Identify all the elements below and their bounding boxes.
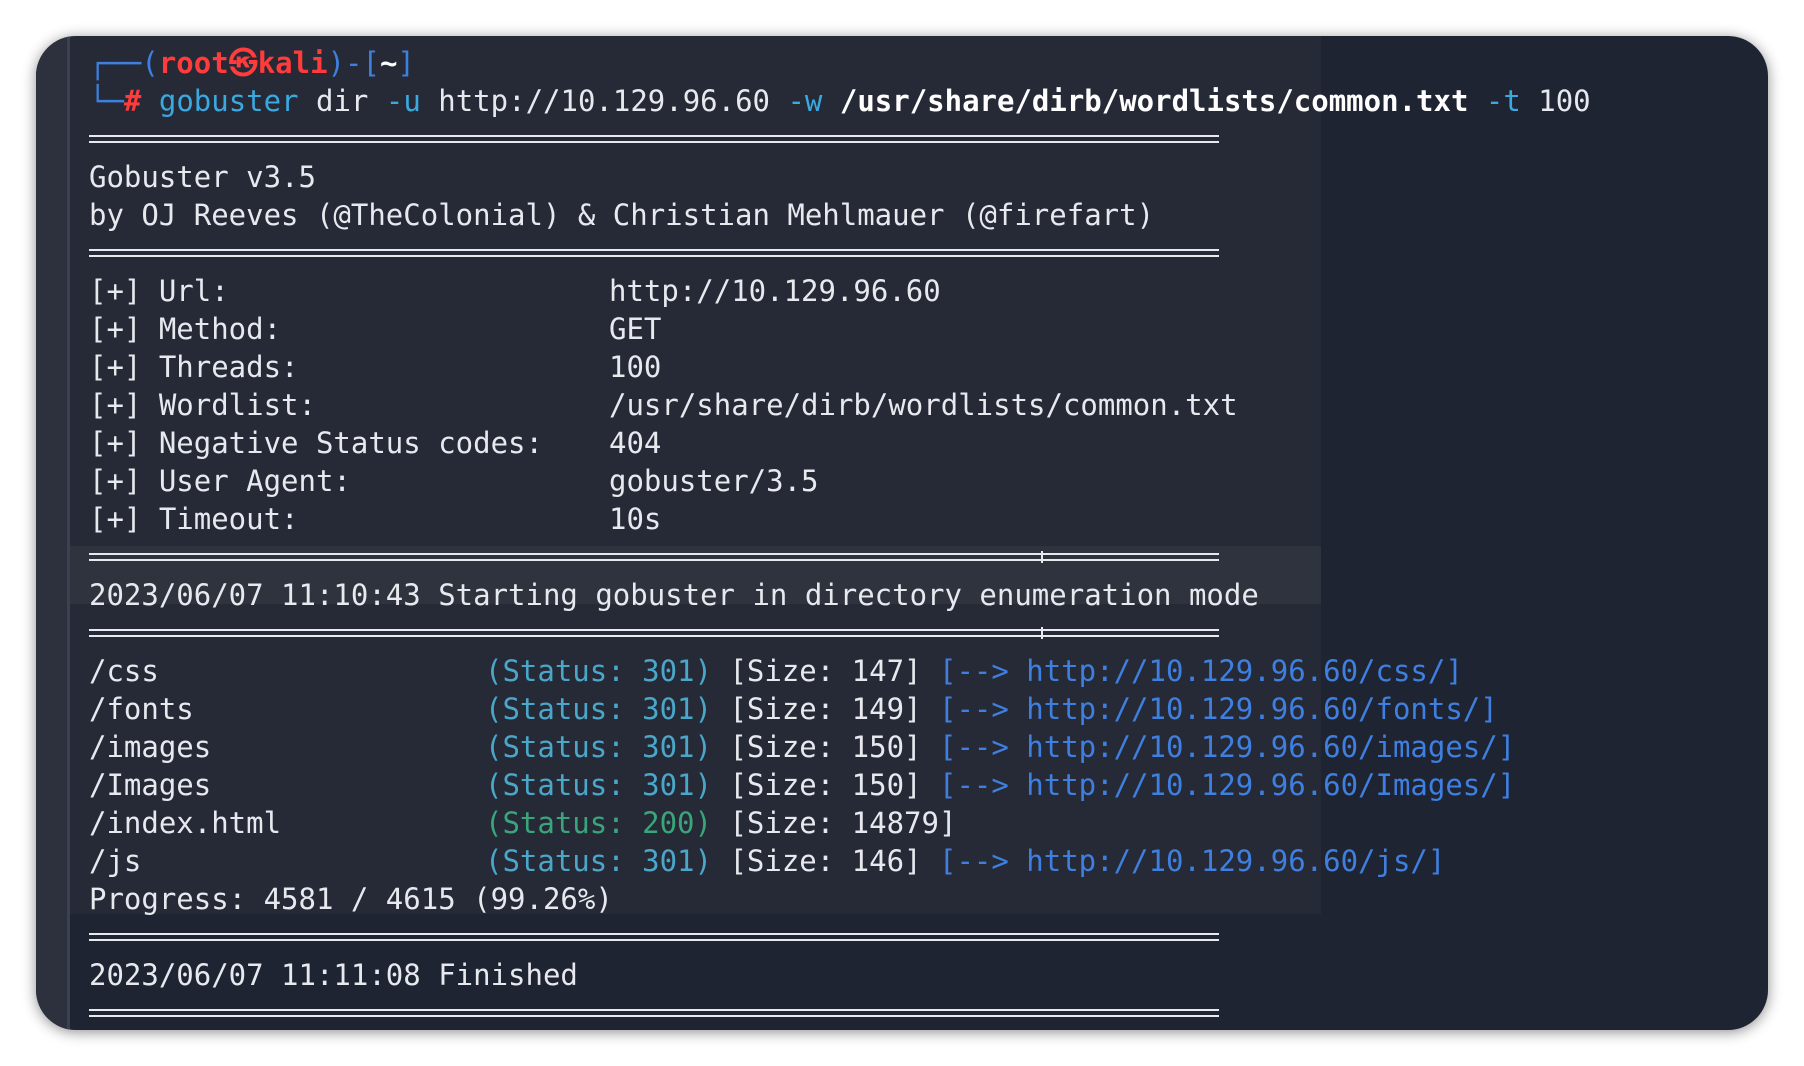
redirect-arrow: [--> bbox=[938, 654, 1009, 688]
result-size: [Size: 147] bbox=[729, 654, 922, 688]
finish-message: 2023/06/07 11:11:08 Finished bbox=[89, 958, 578, 992]
command-threads: 100 bbox=[1538, 84, 1591, 118]
result-path: /js bbox=[89, 844, 142, 878]
result-row: /fonts (Status: 301) [Size: 149] [--> htt… bbox=[89, 690, 1591, 728]
result-size: [Size: 150] bbox=[729, 768, 922, 802]
result-path: /css bbox=[89, 654, 159, 688]
config-value: 10s bbox=[609, 502, 662, 536]
config-value: gobuster/3.5 bbox=[609, 464, 819, 498]
command-line[interactable]: └─# gobuster dir -u http://10.129.96.60 … bbox=[89, 82, 1591, 120]
config-key: [+] Negative Status codes: bbox=[89, 426, 543, 460]
prompt-dir: ~ bbox=[379, 46, 398, 80]
result-size: [Size: 146] bbox=[729, 844, 922, 878]
start-message: 2023/06/07 11:10:43 Starting gobuster in… bbox=[89, 578, 1259, 612]
command-subcommand: dir bbox=[316, 84, 369, 118]
redirect-link[interactable]: http://10.129.96.60/css/] bbox=[1026, 654, 1463, 688]
command-threads-flag: -t bbox=[1485, 84, 1521, 118]
terminal-window[interactable]: ┌──(root㉿kali)-[~] └─# gobuster dir -u h… bbox=[36, 36, 1768, 1030]
command-program: gobuster bbox=[158, 84, 299, 118]
prompt-user: root bbox=[158, 46, 229, 80]
separator-rule bbox=[89, 538, 1591, 576]
redirect-link[interactable]: http://10.129.96.60/images/] bbox=[1026, 730, 1515, 764]
config-key: [+] Timeout: bbox=[89, 502, 299, 536]
config-key: [+] User Agent: bbox=[89, 464, 351, 498]
separator-rule bbox=[89, 994, 1591, 1030]
prompt-frame-mid: )-[ bbox=[327, 46, 380, 80]
config-row: [+] Negative Status codes: 404 bbox=[89, 424, 1591, 462]
command-wordlist-flag: -w bbox=[787, 84, 823, 118]
result-row: /js (Status: 301) [Size: 146] [--> http:/… bbox=[89, 842, 1591, 880]
redirect-arrow: [--> bbox=[938, 768, 1009, 802]
config-row: [+] Wordlist: /usr/share/dirb/wordlists/c… bbox=[89, 386, 1591, 424]
result-status: (Status: 301) bbox=[485, 730, 712, 764]
separator-rule bbox=[89, 614, 1591, 652]
result-row: /Images (Status: 301) [Size: 150] [--> ht… bbox=[89, 766, 1591, 804]
result-status: (Status: 301) bbox=[485, 692, 712, 726]
result-status: (Status: 301) bbox=[485, 768, 712, 802]
config-value: GET bbox=[609, 312, 662, 346]
command-wordlist: /usr/share/dirb/wordlists/common.txt bbox=[839, 84, 1469, 118]
prompt-hash: # bbox=[123, 84, 142, 118]
config-value: 100 bbox=[609, 350, 662, 384]
result-size: [Size: 14879] bbox=[729, 806, 957, 840]
separator-rule bbox=[89, 234, 1591, 272]
banner-authors: by OJ Reeves (@TheColonial) & Christian … bbox=[89, 198, 1155, 232]
prompt-corner: └─ bbox=[89, 84, 124, 118]
config-value: http://10.129.96.60 bbox=[609, 274, 941, 308]
config-row: [+] User Agent: gobuster/3.5 bbox=[89, 462, 1591, 500]
redirect-link[interactable]: http://10.129.96.60/js/] bbox=[1026, 844, 1445, 878]
config-row: [+] Timeout: 10s bbox=[89, 500, 1591, 538]
result-path: /fonts bbox=[89, 692, 194, 726]
result-path: /images bbox=[89, 730, 212, 764]
result-size: [Size: 149] bbox=[729, 692, 922, 726]
progress-line: Progress: 4581 / 4615 (99.26%) bbox=[89, 882, 613, 916]
command-url-flag: -u bbox=[385, 84, 421, 118]
result-path: /Images bbox=[89, 768, 212, 802]
result-path: /index.html bbox=[89, 806, 282, 840]
prompt-frame-close: ] bbox=[397, 46, 415, 80]
prompt-frame-open: ┌──( bbox=[89, 46, 159, 80]
result-row: /index.html (Status: 200) [Size: 14879] bbox=[89, 804, 1591, 842]
command-url: http://10.129.96.60 bbox=[438, 84, 770, 118]
result-status: (Status: 301) bbox=[485, 654, 712, 688]
config-row: [+] Threads: 100 bbox=[89, 348, 1591, 386]
separator-rule bbox=[89, 918, 1591, 956]
redirect-arrow: [--> bbox=[938, 844, 1009, 878]
result-row: /css (Status: 301) [Size: 147] [--> http:… bbox=[89, 652, 1591, 690]
prompt-at-symbol: ㉿ bbox=[228, 46, 258, 80]
banner-version: Gobuster v3.5 bbox=[89, 160, 316, 194]
redirect-arrow: [--> bbox=[938, 730, 1009, 764]
config-row: [+] Url: http://10.129.96.60 bbox=[89, 272, 1591, 310]
result-size: [Size: 150] bbox=[729, 730, 922, 764]
config-key: [+] Url: bbox=[89, 274, 229, 308]
result-status: (Status: 200) bbox=[485, 806, 712, 840]
redirect-link[interactable]: http://10.129.96.60/Images/] bbox=[1026, 768, 1515, 802]
config-key: [+] Method: bbox=[89, 312, 282, 346]
separator-rule bbox=[89, 120, 1591, 158]
config-key: [+] Threads: bbox=[89, 350, 299, 384]
config-row: [+] Method: GET bbox=[89, 310, 1591, 348]
redirect-arrow: [--> bbox=[938, 692, 1009, 726]
config-key: [+] Wordlist: bbox=[89, 388, 316, 422]
terminal-output[interactable]: ┌──(root㉿kali)-[~] └─# gobuster dir -u h… bbox=[89, 44, 1591, 1030]
config-value: /usr/share/dirb/wordlists/common.txt bbox=[609, 388, 1238, 422]
config-value: 404 bbox=[609, 426, 662, 460]
prompt-host: kali bbox=[257, 46, 328, 80]
terminal-left-gutter bbox=[36, 36, 70, 1030]
result-row: /images (Status: 301) [Size: 150] [--> ht… bbox=[89, 728, 1591, 766]
prompt-line-top: ┌──(root㉿kali)-[~] bbox=[89, 44, 1591, 82]
redirect-link[interactable]: http://10.129.96.60/fonts/] bbox=[1026, 692, 1497, 726]
result-status: (Status: 301) bbox=[485, 844, 712, 878]
